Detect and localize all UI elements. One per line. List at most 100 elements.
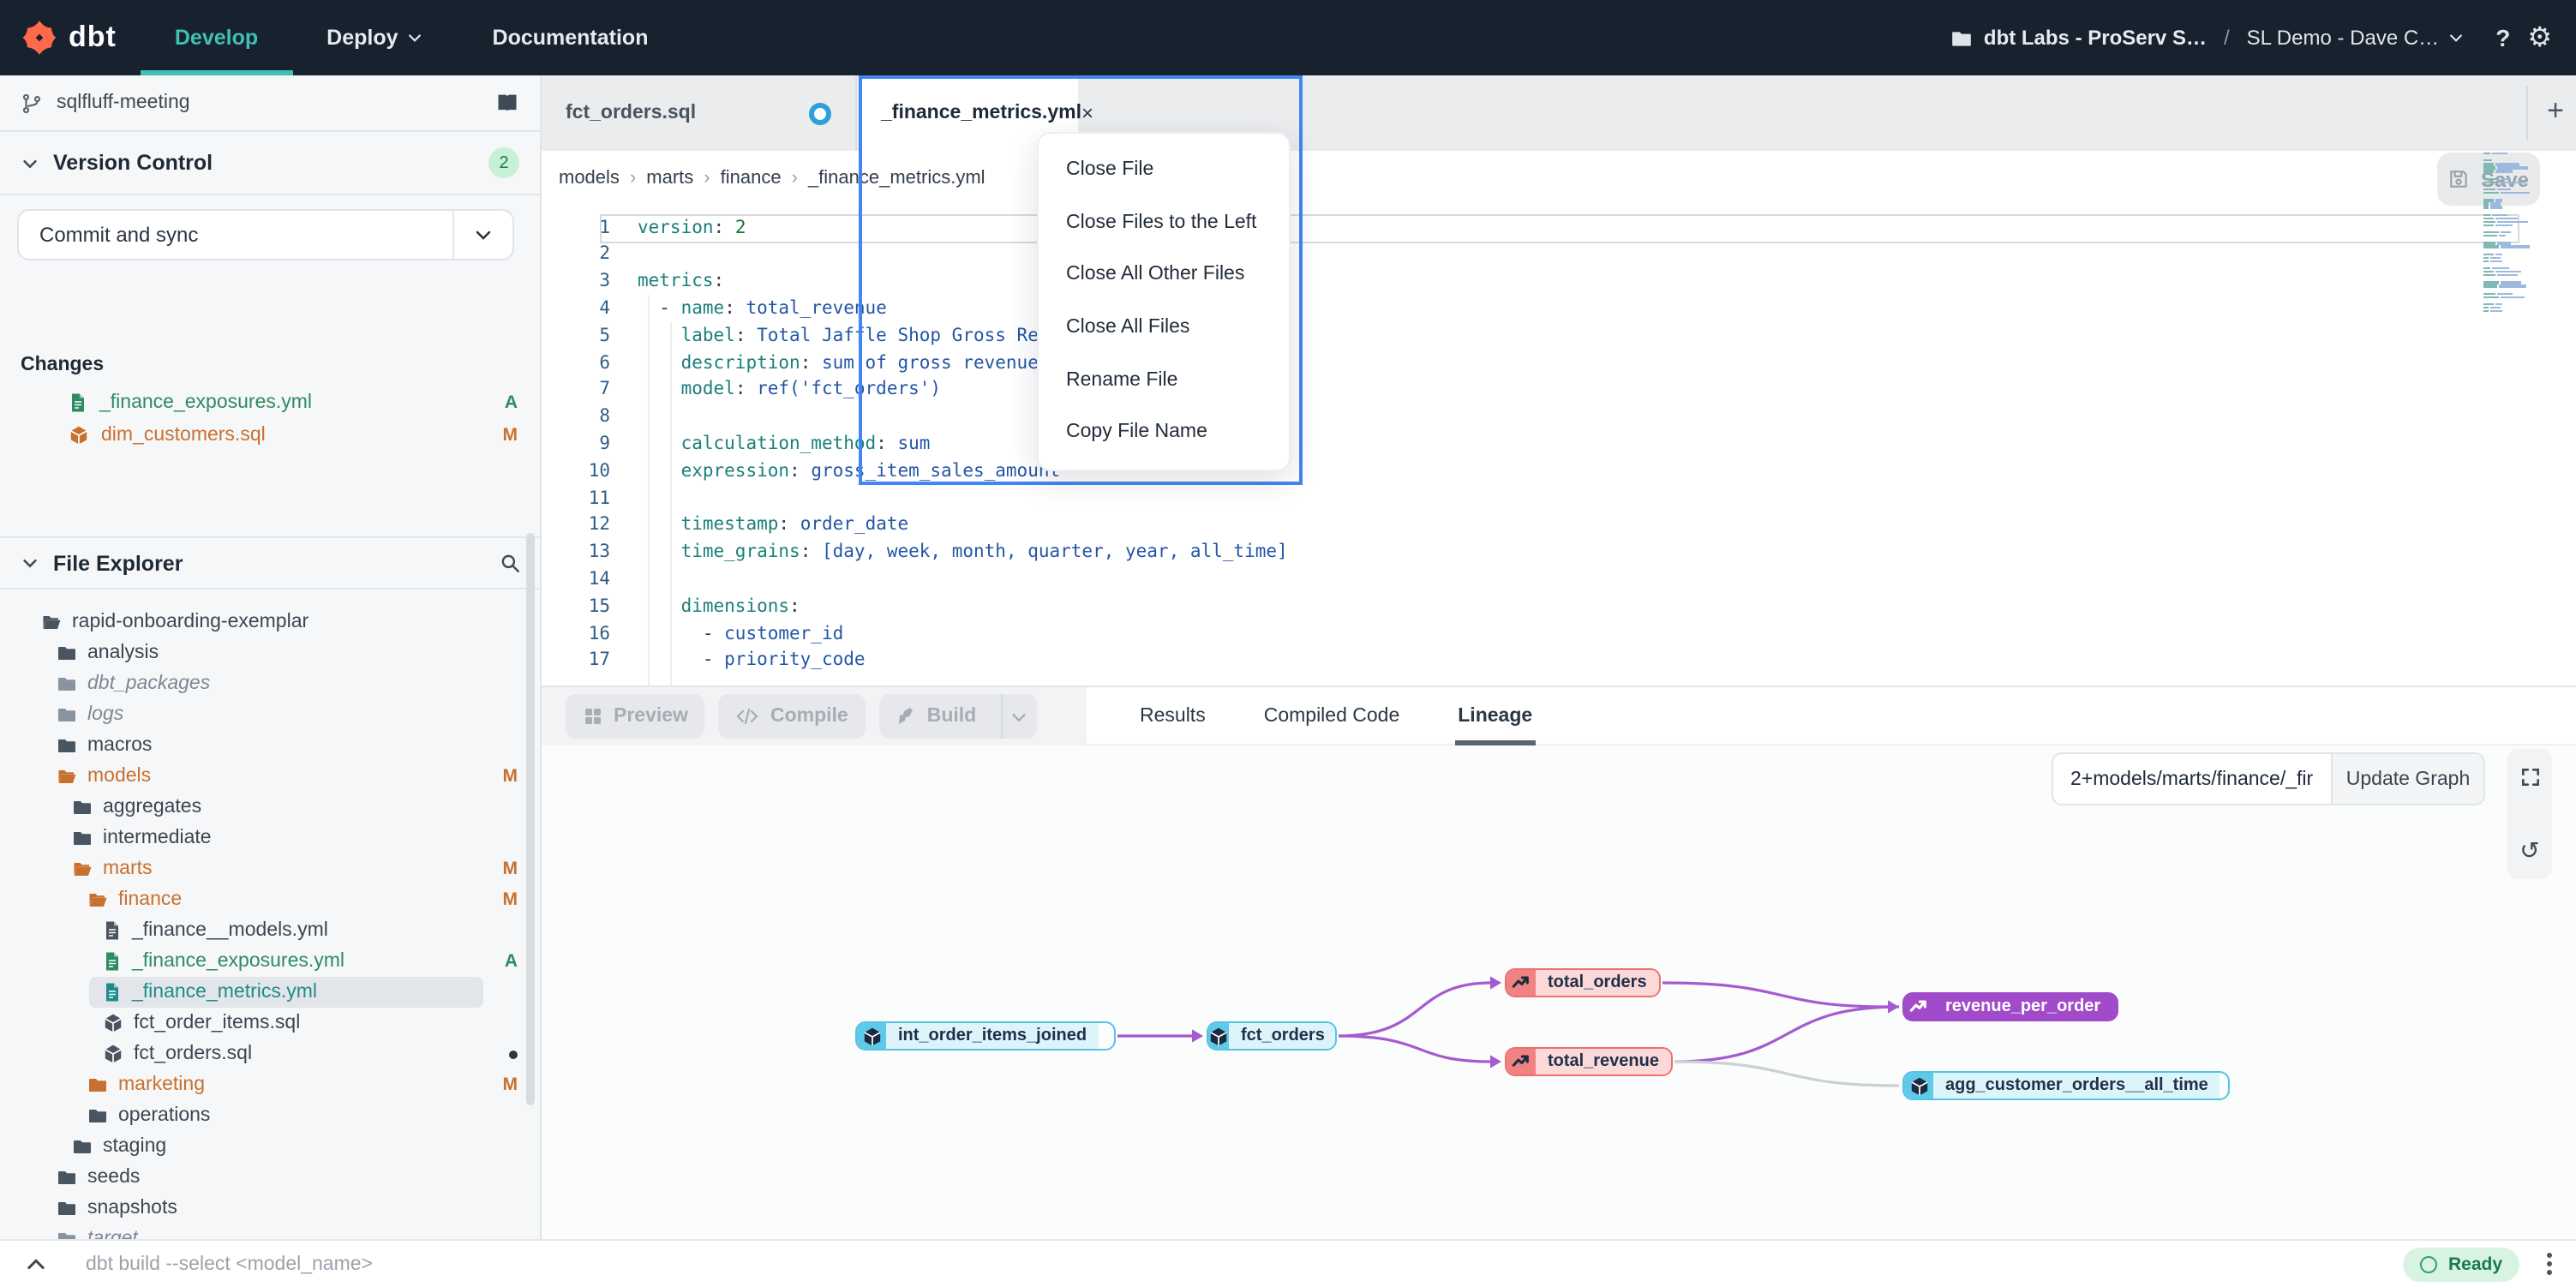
line-number: 5: [569, 323, 610, 350]
build-options-chevron[interactable]: [1000, 694, 1036, 739]
ready-label: Ready: [2448, 1254, 2502, 1274]
lineage-node-total_revenue[interactable]: total_revenue: [1505, 1047, 1673, 1076]
dbt-logo[interactable]: dbt: [0, 19, 141, 57]
lineage-node-int_order_items_joined[interactable]: int_order_items_joined: [855, 1021, 1116, 1051]
tree-item-label: snapshots: [87, 1198, 177, 1218]
breadcrumb-segment[interactable]: _finance_metrics.yml: [808, 168, 985, 189]
line-number: 2: [569, 242, 610, 270]
chevron-down-icon: [407, 29, 424, 46]
tree-item-rapid-onboarding-exemplar[interactable]: rapid-onboarding-exemplar: [0, 607, 542, 638]
tab-fct-orders-sql[interactable]: fct_orders.sql: [542, 75, 857, 151]
tree-item--finance-metrics-yml[interactable]: _finance_metrics.yml: [0, 977, 542, 1008]
sidebar: sqlfluff-meeting Version Control 2 Commi…: [0, 75, 542, 1239]
sidebar-scrollbar[interactable]: [526, 533, 535, 1105]
context-menu-item-close-files-to-the-left[interactable]: Close Files to the Left: [1039, 196, 1289, 248]
tree-item-staging[interactable]: staging: [0, 1131, 542, 1162]
code-editor[interactable]: 1version: 223metrics:4 - name: total_rev…: [542, 206, 2576, 685]
reset-view-icon[interactable]: ↺: [2519, 838, 2539, 862]
code-icon: [736, 706, 760, 727]
lineage-selector-input[interactable]: 2+models/marts/finance/_fir: [2052, 752, 2331, 805]
context-menu-item-close-all-other-files[interactable]: Close All Other Files: [1039, 248, 1289, 301]
file-icon: [69, 392, 87, 412]
tree-item-finance[interactable]: financeM: [0, 884, 542, 915]
cube-icon: [103, 1013, 123, 1033]
run-buttons-group: Preview Compile Build: [542, 687, 1087, 745]
tree-item--finance-exposures-yml[interactable]: _finance_exposures.ymlA: [0, 946, 542, 977]
version-control-header[interactable]: Version Control 2: [0, 132, 540, 195]
lineage-node-fct_orders[interactable]: fct_orders: [1207, 1021, 1337, 1051]
help-icon[interactable]: ?: [2495, 24, 2510, 51]
fullscreen-icon[interactable]: [2519, 766, 2541, 788]
tree-item-snapshots[interactable]: snapshots: [0, 1193, 542, 1224]
editor-minimap[interactable]: [2483, 153, 2540, 314]
tree-item-label: analysis: [87, 643, 159, 663]
tree-item-marts[interactable]: martsM: [0, 853, 542, 884]
panel-tab-lineage[interactable]: Lineage: [1454, 687, 1536, 745]
tree-item-fct-order-items-sql[interactable]: fct_order_items.sql: [0, 1008, 542, 1039]
tree-item-operations[interactable]: operations: [0, 1100, 542, 1131]
tree-item-label: _finance_metrics.yml: [132, 982, 317, 1003]
account-switcher[interactable]: dbt Labs - ProServ S…: [1951, 26, 2207, 50]
gear-icon[interactable]: ⚙: [2527, 21, 2552, 55]
tree-item-marketing[interactable]: marketingM: [0, 1069, 542, 1100]
compile-button[interactable]: Compile: [719, 694, 866, 739]
breadcrumb-separator: ›: [630, 168, 636, 189]
close-tab-icon[interactable]: ×: [1081, 101, 1093, 125]
tree-item-label: aggregates: [103, 797, 201, 817]
file-icon: [103, 920, 122, 941]
preview-button[interactable]: Preview: [566, 694, 705, 739]
docs-book-icon[interactable]: [495, 91, 519, 115]
lineage-node-revenue_per_order[interactable]: revenue_per_order: [1902, 992, 2118, 1021]
git-status-badge: M: [503, 889, 518, 910]
change-item[interactable]: _finance_exposures.ymlA: [0, 386, 542, 418]
update-graph-button[interactable]: Update Graph: [2331, 752, 2485, 805]
tree-item-models[interactable]: modelsM: [0, 761, 542, 792]
context-menu-item-copy-file-name[interactable]: Copy File Name: [1039, 406, 1289, 458]
nav-item-documentation[interactable]: Documentation: [458, 0, 683, 75]
tree-item-label: rapid-onboarding-exemplar: [72, 612, 309, 632]
commit-options-chevron[interactable]: [452, 211, 512, 259]
tree-item-analysis[interactable]: analysis: [0, 638, 542, 668]
command-input[interactable]: dbt build --select <model_name>: [86, 1254, 2404, 1274]
status-badge: Ready: [2404, 1247, 2519, 1281]
chevron-down-icon: [2447, 29, 2465, 46]
folder-icon: [57, 673, 77, 694]
tree-item-seeds[interactable]: seeds: [0, 1162, 542, 1193]
context-menu-item-close-file[interactable]: Close File: [1039, 144, 1289, 196]
metric-icon: [1507, 1049, 1536, 1074]
line-number: 13: [569, 540, 610, 567]
line-number: 11: [569, 486, 610, 513]
change-item[interactable]: dim_customers.sqlM: [0, 418, 542, 451]
tab-label: _finance_metrics.yml: [881, 103, 1081, 123]
search-icon[interactable]: [499, 552, 521, 574]
breadcrumb-segment[interactable]: finance: [721, 168, 782, 189]
breadcrumb-segment[interactable]: marts: [646, 168, 693, 189]
new-tab-button[interactable]: +: [2547, 94, 2564, 129]
code-line: dimensions:: [638, 594, 800, 621]
lineage-node-total_orders[interactable]: total_orders: [1505, 968, 1661, 997]
panel-tab-results[interactable]: Results: [1136, 687, 1209, 745]
commit-and-sync-button[interactable]: Commit and sync: [17, 209, 514, 260]
git-status-badge: M: [503, 1074, 518, 1095]
lineage-node-agg_customer_orders__all_time[interactable]: agg_customer_orders__all_time: [1902, 1071, 2230, 1100]
kebab-menu-icon[interactable]: [2547, 1253, 2552, 1275]
tree-item-aggregates[interactable]: aggregates: [0, 792, 542, 823]
build-button[interactable]: Build: [879, 694, 1037, 739]
context-menu-item-rename-file[interactable]: Rename File: [1039, 354, 1289, 406]
breadcrumb-segment[interactable]: models: [559, 168, 620, 189]
nav-item-develop[interactable]: Develop: [141, 0, 292, 75]
tree-item-fct-orders-sql[interactable]: fct_orders.sql: [0, 1039, 542, 1069]
tree-item-dbt-packages[interactable]: dbt_packages: [0, 668, 542, 699]
context-menu-item-close-all-files[interactable]: Close All Files: [1039, 302, 1289, 354]
nav-item-deploy[interactable]: Deploy: [292, 0, 458, 75]
panel-tab-compiled-code[interactable]: Compiled Code: [1261, 687, 1404, 745]
tree-item-logs[interactable]: logs: [0, 699, 542, 730]
file-explorer-header[interactable]: File Explorer: [0, 536, 542, 590]
chevron-up-icon[interactable]: [24, 1252, 48, 1276]
project-switcher[interactable]: SL Demo - Dave C…: [2247, 26, 2465, 50]
tree-item-macros[interactable]: macros: [0, 730, 542, 761]
tree-item--finance-models-yml[interactable]: _finance__models.yml: [0, 915, 542, 946]
tree-item-label: operations: [118, 1105, 210, 1126]
tree-item-intermediate[interactable]: intermediate: [0, 823, 542, 853]
git-branch-row[interactable]: sqlfluff-meeting: [0, 75, 540, 132]
